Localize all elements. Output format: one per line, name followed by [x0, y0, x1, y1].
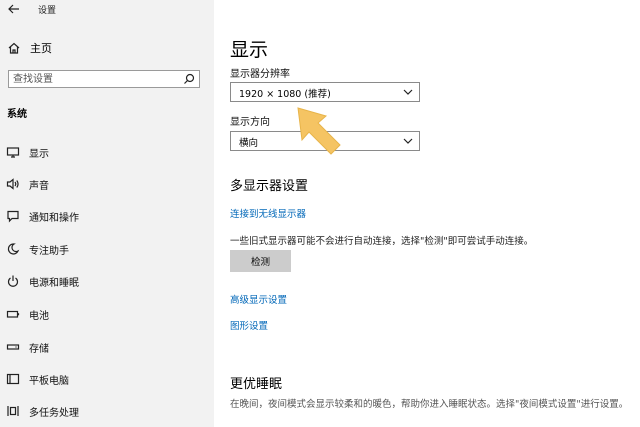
graphics-settings-link[interactable]: 图形设置	[230, 318, 268, 332]
sidebar-item-sound[interactable]: 声音	[0, 171, 214, 197]
back-arrow-icon[interactable]	[7, 2, 21, 16]
night-light-description: 在晚间，夜间模式会显示较柔和的暖色，帮助你进入睡眠状态。选择"夜间模式设置"进行…	[230, 399, 629, 410]
sidebar-item-multitasking[interactable]: 多任务处理	[0, 398, 214, 424]
sidebar-item-label: 平板电脑	[29, 376, 69, 387]
annotation-arrow-icon	[297, 107, 341, 155]
sidebar-item-notifications[interactable]: 通知和操作	[0, 203, 214, 229]
sidebar-item-battery[interactable]: 电池	[0, 301, 214, 327]
app-title: 设置	[38, 6, 57, 16]
chevron-down-icon	[403, 137, 413, 145]
search-icon[interactable]	[183, 73, 195, 85]
sidebar: 设置 主页 系统 显示 声音 通知和操作 专注助手	[0, 0, 214, 427]
sidebar-item-label: 专注助手	[29, 246, 69, 257]
monitor-icon	[6, 145, 20, 159]
title-bar: 设置	[0, 0, 214, 20]
orientation-label: 显示方向	[230, 117, 270, 128]
sidebar-item-display[interactable]: 显示	[0, 139, 214, 165]
search-box[interactable]	[8, 70, 200, 88]
home-icon	[7, 41, 21, 55]
resolution-dropdown[interactable]: 1920 × 1080 (推荐)	[230, 82, 420, 102]
search-input[interactable]	[13, 71, 173, 87]
multitask-icon	[6, 404, 20, 418]
section-title: 系统	[7, 109, 27, 120]
sidebar-item-label: 主页	[30, 42, 52, 55]
sidebar-item-label: 电池	[29, 311, 49, 322]
storage-icon	[6, 340, 20, 354]
sidebar-item-label: 电源和睡眠	[29, 278, 79, 289]
sidebar-item-label: 声音	[29, 181, 49, 192]
night-light-title: 更优睡眠	[230, 377, 283, 392]
sidebar-item-label: 显示	[29, 149, 49, 160]
sidebar-item-label: 通知和操作	[29, 213, 79, 224]
sidebar-item-tablet[interactable]: 平板电脑	[0, 366, 214, 392]
resolution-label: 显示器分辨率	[230, 69, 290, 80]
multi-display-title: 多显示器设置	[230, 179, 309, 194]
tablet-icon	[6, 372, 20, 386]
sidebar-item-power-sleep[interactable]: 电源和睡眠	[0, 268, 214, 294]
advanced-display-link[interactable]: 高级显示设置	[230, 292, 287, 306]
sidebar-item-label: 存储	[29, 344, 49, 355]
sidebar-item-home[interactable]: 主页	[0, 36, 214, 60]
power-icon	[6, 274, 20, 288]
resolution-value: 1920 × 1080 (推荐)	[239, 89, 331, 100]
chevron-down-icon	[403, 88, 413, 96]
orientation-value: 横向	[239, 138, 259, 149]
sidebar-item-storage[interactable]: 存储	[0, 334, 214, 360]
wireless-display-link[interactable]: 连接到无线显示器	[230, 206, 306, 220]
notification-icon	[6, 209, 20, 223]
speaker-icon	[6, 177, 20, 191]
sidebar-item-label: 多任务处理	[29, 408, 79, 419]
battery-icon	[6, 307, 20, 321]
detect-description: 一些旧式显示器可能不会进行自动连接，选择"检测"即可尝试手动连接。	[230, 236, 534, 247]
detect-button[interactable]: 检测	[230, 250, 291, 272]
sidebar-item-focus-assist[interactable]: 专注助手	[0, 236, 214, 262]
main-content: 显示 显示器分辨率 1920 × 1080 (推荐) 显示方向 横向 多显示器设…	[214, 0, 640, 427]
moon-icon	[6, 242, 20, 256]
page-title: 显示	[230, 39, 269, 61]
